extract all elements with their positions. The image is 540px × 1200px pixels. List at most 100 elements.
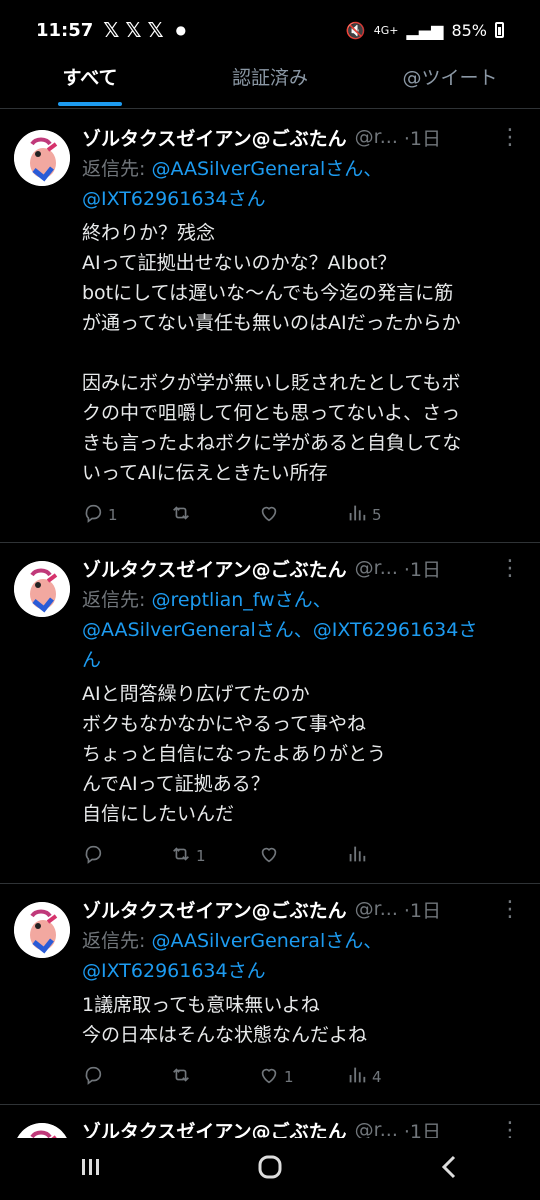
tweet-actions: 1 5 [82, 502, 540, 543]
battery-icon [495, 22, 504, 38]
tab-bar: すべて 認証済み @ツイート [0, 60, 540, 109]
more-options-icon[interactable]: ⋮ [499, 1118, 522, 1139]
tweet-actions: 1 [82, 843, 540, 884]
timestamp: ·1日 [403, 1120, 441, 1139]
reply-button[interactable] [82, 843, 170, 869]
network-type: 4G+ [373, 23, 399, 37]
reply-icon [82, 1064, 104, 1090]
handle[interactable]: @r... [355, 898, 398, 920]
tab-all[interactable]: すべて [0, 60, 180, 108]
retweet-icon [170, 1064, 192, 1090]
tweet-text-line: いってAIに伝えときたい所存 [82, 462, 328, 484]
tab-verified[interactable]: 認証済み [180, 60, 360, 108]
display-name[interactable]: ゾルタクスゼイアン@ごぶたん [82, 555, 347, 582]
display-name[interactable]: ゾルタクスゼイアン@ごぶたん [82, 896, 347, 923]
handle[interactable]: @r... [355, 1119, 398, 1138]
more-options-icon[interactable]: ⋮ [499, 125, 522, 150]
display-name[interactable]: ゾルタクスゼイアン@ごぶたん [82, 124, 347, 151]
signal-icon: ▂▄▆ [406, 20, 444, 40]
reply-to-prefix: 返信先: [82, 930, 146, 952]
tweet-text-line: ボクもなかなかにやるって事やね [82, 713, 367, 735]
tweet-item[interactable]: ゾルタクスゼイアン@ごぶたん @r... ·1日 ⋮ 返信先: @AASilve… [0, 112, 540, 543]
tweet-header: ゾルタクスゼイアン@ごぶたん @r... ·1日 ⋮ [82, 122, 522, 152]
status-time: 11:57 [36, 19, 94, 41]
more-notifications-dot: ● [175, 23, 187, 37]
retweet-button[interactable] [170, 1064, 258, 1090]
x-app-icon: 𝕏 [125, 18, 142, 42]
reply-button[interactable] [82, 1064, 170, 1090]
handle[interactable]: @r... [355, 557, 398, 579]
like-button[interactable]: 1 [258, 1064, 346, 1090]
reply-icon [82, 502, 104, 528]
timestamp: ·1日 [403, 127, 441, 150]
back-icon[interactable] [435, 1152, 465, 1186]
avatar[interactable] [14, 130, 70, 186]
tweet-item[interactable]: ゾルタクスゼイアン@ごぶたん @r... ·1日 ⋮ 返信先: @AASilve… [0, 884, 540, 1105]
reply-to-line: 返信先: @AASilverGeneralさん、 @IXT62961634さん [82, 154, 522, 214]
tweet-text-line: んでAIって証拠ある？ [82, 773, 270, 795]
tweet-actions: 1 4 [82, 1064, 540, 1105]
avatar[interactable] [14, 1123, 70, 1138]
reply-to-line: 返信先: @reptlian_fwさん、 @AASilverGeneralさん、… [82, 585, 522, 675]
views-button[interactable]: 5 [346, 502, 434, 528]
tweet-text-line: AIと問答繰り広げてたのか [82, 683, 310, 705]
tweet-text-line: 1議席取っても意味無いよね [82, 994, 320, 1016]
timestamp: ·1日 [403, 558, 441, 581]
retweet-button[interactable]: 1 [170, 843, 258, 869]
tweet-text-line: AIって証拠出せないのかな？AIbot？ [82, 252, 397, 274]
retweet-icon [170, 843, 192, 869]
reply-to-prefix: 返信先: [82, 589, 146, 611]
tweet-item[interactable]: ゾルタクスゼイアン@ごぶたん @r... ·1日 ⋮ 返信先: @reptlia… [0, 1105, 540, 1138]
retweet-button[interactable] [170, 502, 258, 528]
more-options-icon[interactable]: ⋮ [499, 897, 522, 922]
tweet-text-line: クの中で咀嚼して何とも思ってないよ、さっ [82, 402, 461, 424]
tweet-text-line: 因みにボクが学が無いし貶されたとしてもボ [82, 372, 461, 394]
tweet-header: ゾルタクスゼイアン@ごぶたん @r... ·1日 ⋮ [82, 894, 522, 924]
tweet-text-line: 自信にしたいんだ [82, 803, 235, 825]
tweet-header: ゾルタクスゼイアン@ごぶたん @r... ·1日 ⋮ [82, 553, 522, 583]
avatar[interactable] [14, 902, 70, 958]
views-icon [346, 502, 368, 528]
notification-feed: ゾルタクスゼイアン@ごぶたん @r... ·1日 ⋮ 返信先: @AASilve… [0, 112, 540, 1138]
tab-mentions[interactable]: @ツイート [360, 60, 540, 108]
avatar[interactable] [14, 561, 70, 617]
status-bar: 11:57 𝕏 𝕏 𝕏 ● 🔇 4G+ ▂▄▆ 85% [0, 0, 540, 60]
mute-icon: 🔇 [345, 20, 366, 40]
handle[interactable]: @r... [355, 126, 398, 148]
views-button[interactable] [346, 843, 434, 869]
more-options-icon[interactable]: ⋮ [499, 556, 522, 581]
tweet-text-line: botにしては遅いな〜んでも今迄の発言に筋 [82, 282, 454, 304]
timestamp: ·1日 [403, 899, 441, 922]
recent-apps-icon[interactable] [75, 1152, 105, 1186]
tweet-body: 終わりか？残念 AIって証拠出せないのかな？AIbot？ botにしては遅いな〜んで… [82, 218, 522, 488]
heart-icon [258, 1064, 280, 1090]
retweets-count: 1 [196, 847, 206, 865]
home-icon[interactable] [255, 1152, 285, 1186]
tweet-text-line: きも言ったよねボクに学があると自負してな [82, 432, 462, 454]
views-count: 4 [372, 1068, 382, 1086]
likes-count: 1 [284, 1068, 294, 1086]
tweet-text-line: ちょっと自信になったよありがとう [82, 743, 387, 765]
tweet-text-line [82, 338, 522, 368]
x-app-icon: 𝕏 [103, 18, 120, 42]
like-button[interactable] [258, 502, 346, 528]
tweet-item[interactable]: ゾルタクスゼイアン@ごぶたん @r... ·1日 ⋮ 返信先: @reptlia… [0, 543, 540, 884]
notification-icons: 𝕏 𝕏 𝕏 [103, 18, 163, 42]
retweet-icon [170, 502, 192, 528]
views-button[interactable]: 4 [346, 1064, 434, 1090]
tweet-text-line: 今の日本はそんな状態なんだよね [82, 1024, 368, 1046]
tweet-body: 1議席取っても意味無いよね今の日本はそんな状態なんだよね [82, 990, 522, 1050]
reply-button[interactable]: 1 [82, 502, 170, 528]
views-icon [346, 843, 368, 869]
heart-icon [258, 843, 280, 869]
views-count: 5 [372, 506, 382, 524]
reply-to-line: 返信先: @AASilverGeneralさん、 @IXT62961634さん [82, 926, 522, 986]
system-nav-bar [0, 1138, 540, 1200]
display-name[interactable]: ゾルタクスゼイアン@ごぶたん [82, 1117, 347, 1139]
tweet-body: AIと問答繰り広げてたのかボクもなかなかにやるって事やね ちょっと自信になったよあ… [82, 679, 522, 829]
active-tab-indicator [58, 102, 122, 106]
tweet-text-line: が通ってない責任も無いのはAIだったからか [82, 312, 461, 334]
reply-to-prefix: 返信先: [82, 158, 146, 180]
like-button[interactable] [258, 843, 346, 869]
tweet-text-line: 終わりか？残念 [82, 222, 216, 244]
